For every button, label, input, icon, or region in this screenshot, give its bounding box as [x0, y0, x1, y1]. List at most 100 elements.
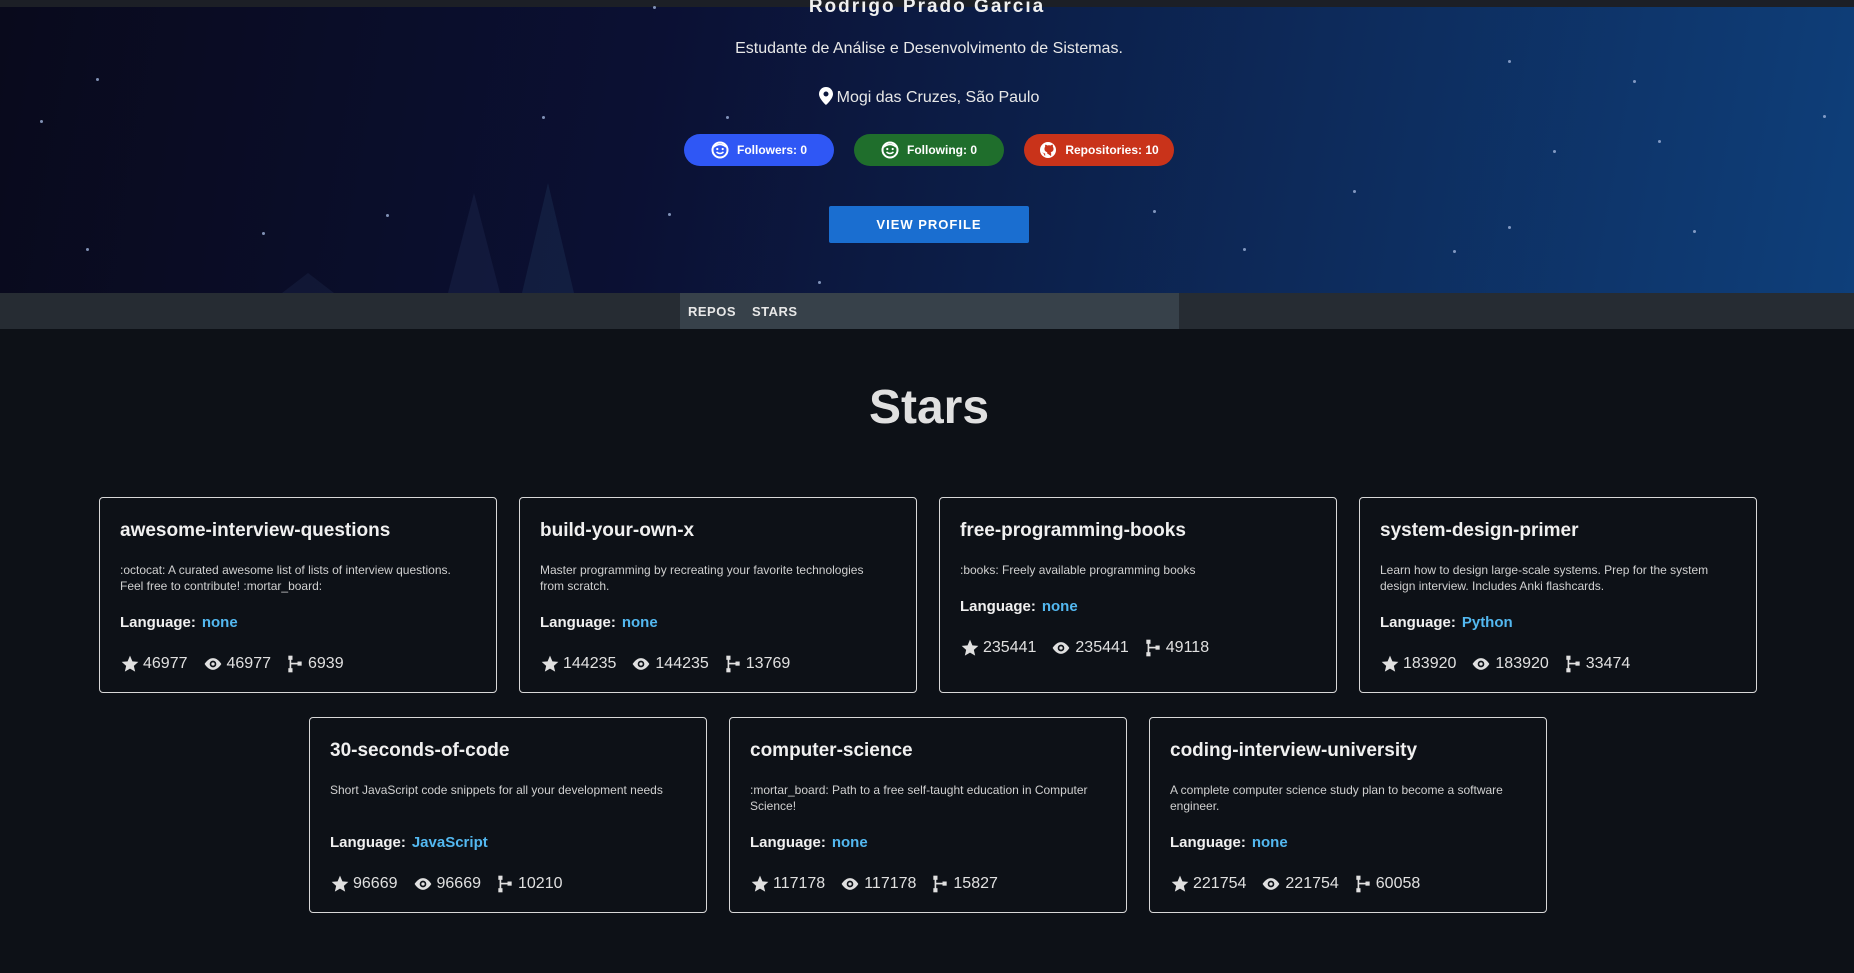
language-value: none [621, 614, 658, 631]
forks-stat: 15827 [930, 874, 998, 894]
forks-count: 6939 [308, 655, 344, 672]
star-decoration [726, 116, 729, 119]
repo-card[interactable]: 30-seconds-of-code Short JavaScript code… [309, 717, 707, 913]
repo-name[interactable]: computer-science [750, 740, 913, 762]
star-decoration [818, 281, 821, 284]
watchers-stat: 183920 [1470, 654, 1549, 674]
repo-description: :octocat: A curated awesome list of list… [120, 563, 451, 593]
language-value: none [1251, 834, 1288, 851]
repo-name[interactable]: awesome-interview-questions [120, 520, 390, 542]
star-icon [1171, 875, 1189, 892]
profile-header: Rodrigo Prado Garcia Estudante de Anális… [0, 0, 1854, 293]
repo-stats: 183920 183920 33474 [1380, 654, 1644, 674]
repo-language: Language: none [120, 614, 238, 631]
tree-decoration [522, 183, 574, 293]
star-decoration [386, 214, 389, 217]
star-decoration [1633, 80, 1636, 83]
repo-language: Language: Python [1380, 614, 1513, 631]
repo-card[interactable]: system-design-primer Learn how to design… [1359, 497, 1757, 693]
repo-language: Language: none [540, 614, 658, 631]
repositories-label: Repositories: 10 [1065, 143, 1159, 157]
star-decoration [262, 232, 265, 235]
stars-stat: 235441 [960, 638, 1036, 658]
star-icon [961, 639, 979, 656]
star-decoration [1823, 115, 1826, 118]
language-label: Language: [540, 614, 616, 631]
fork-icon [1356, 875, 1370, 893]
fork-icon [933, 875, 948, 893]
watchers-stat: 235441 [1050, 638, 1129, 658]
star-decoration [1693, 230, 1696, 233]
following-badge[interactable]: Following: 0 [854, 134, 1004, 166]
star-decoration [40, 120, 43, 123]
followers-label: Followers: 0 [736, 143, 807, 157]
location-text: Mogi das Cruzes, São Paulo [836, 89, 1040, 106]
watchers-count: 46977 [226, 655, 272, 672]
repo-name[interactable]: 30-seconds-of-code [330, 740, 509, 762]
repo-name[interactable]: build-your-own-x [540, 520, 694, 542]
repo-card[interactable]: awesome-interview-questions :octocat: A … [99, 497, 497, 693]
location-pin-icon [818, 87, 833, 110]
forks-stat: 33474 [1563, 654, 1631, 674]
star-decoration [96, 78, 99, 81]
repo-card[interactable]: coding-interview-university A complete c… [1149, 717, 1547, 913]
fork-icon [498, 875, 512, 893]
stars-count: 46977 [143, 655, 188, 672]
watchers-stat: 46977 [202, 654, 272, 674]
profile-subtitle: Estudante de Análise e Desenvolvimento d… [735, 40, 1123, 57]
stars-count: 221754 [1193, 875, 1247, 892]
view-profile-button[interactable]: VIEW PROFILE [829, 206, 1029, 243]
language-label: Language: [750, 834, 826, 851]
language-label: Language: [1380, 614, 1456, 631]
repo-card[interactable]: build-your-own-x Master programming by r… [519, 497, 917, 693]
repo-stats: 221754 221754 60058 [1170, 874, 1434, 894]
repo-description: :books: Freely available programming boo… [960, 563, 1196, 577]
repo-name[interactable]: coding-interview-university [1170, 740, 1417, 762]
language-value: Python [1461, 614, 1513, 631]
forks-count: 33474 [1585, 655, 1631, 672]
star-decoration [668, 213, 671, 216]
star-decoration [1453, 250, 1456, 253]
watchers-count: 183920 [1495, 655, 1549, 672]
star-icon [121, 655, 139, 672]
repo-card[interactable]: free-programming-books :books: Freely av… [939, 497, 1337, 693]
watchers-count: 117178 [864, 875, 917, 892]
repo-name[interactable]: system-design-primer [1380, 520, 1579, 542]
repo-stats: 235441 235441 49118 [960, 638, 1223, 658]
star-decoration [1508, 226, 1511, 229]
tab-stars[interactable]: STARS [752, 304, 798, 319]
eye-icon [841, 878, 859, 890]
watchers-count: 235441 [1075, 639, 1129, 656]
stars-stat: 183920 [1380, 654, 1456, 674]
stars-count: 183920 [1403, 655, 1457, 672]
eye-icon [414, 878, 431, 890]
forks-count: 13769 [745, 655, 791, 672]
language-value: none [201, 614, 238, 631]
repo-stats: 46977 46977 6939 [120, 654, 358, 674]
tab-repos[interactable]: REPOS [688, 304, 736, 319]
fork-icon [288, 655, 302, 673]
followers-badge[interactable]: Followers: 0 [684, 134, 834, 166]
star-icon [331, 875, 349, 892]
stars-count: 235441 [983, 639, 1037, 656]
watchers-stat: 96669 [412, 874, 481, 894]
repo-description: Learn how to design large-scale systems.… [1380, 563, 1709, 593]
fork-icon [726, 655, 740, 673]
star-decoration [1508, 60, 1511, 63]
tree-decoration [282, 273, 334, 293]
language-label: Language: [120, 614, 196, 631]
smile-icon [881, 141, 899, 159]
repo-description: :mortar_board: Path to a free self-taugh… [750, 783, 1088, 813]
watchers-stat: 117178 [839, 874, 916, 894]
stars-count: 96669 [353, 875, 398, 892]
language-value: JavaScript [411, 834, 488, 851]
eye-icon [1263, 878, 1280, 890]
repositories-badge[interactable]: Repositories: 10 [1024, 134, 1174, 166]
watchers-count: 221754 [1285, 875, 1339, 892]
repo-name[interactable]: free-programming-books [960, 520, 1186, 542]
eye-icon [1473, 658, 1490, 670]
tree-decoration [448, 193, 500, 293]
star-decoration [1153, 210, 1156, 213]
stars-stat: 221754 [1170, 874, 1246, 894]
repo-card[interactable]: computer-science :mortar_board: Path to … [729, 717, 1127, 913]
